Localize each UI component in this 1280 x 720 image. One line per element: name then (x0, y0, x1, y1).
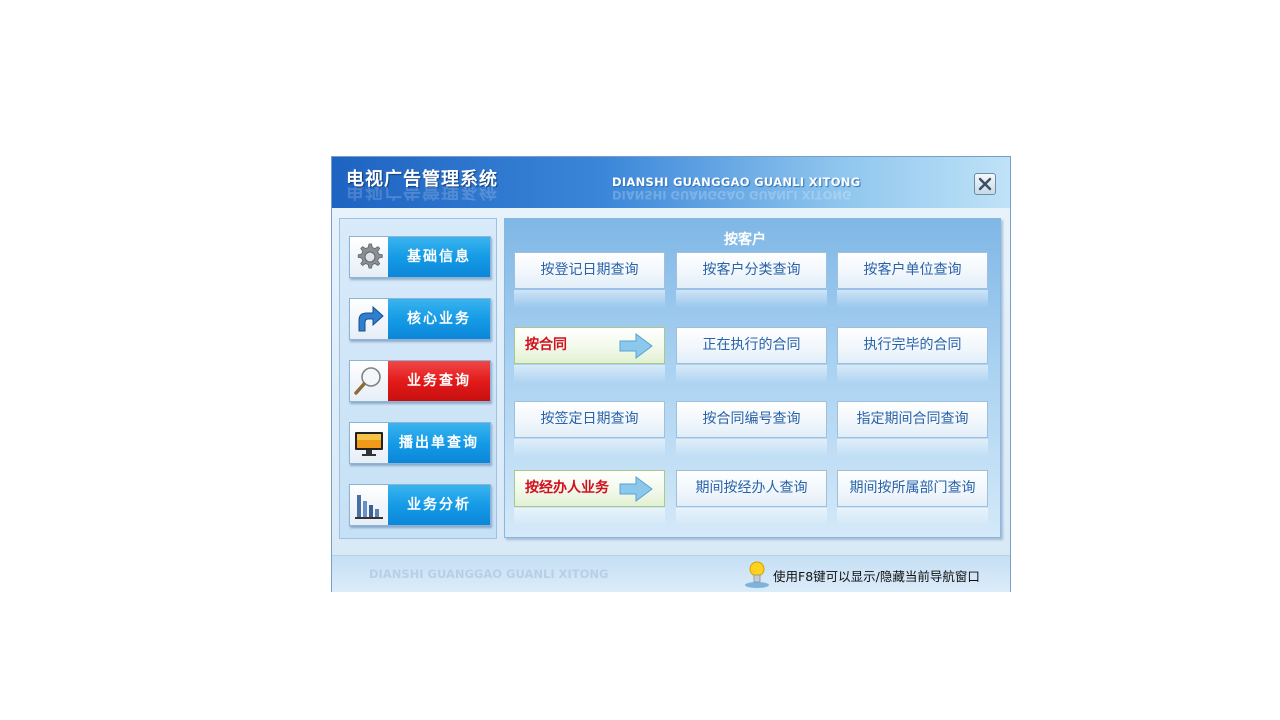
title-bar: 电视广告管理系统 电视广告管理系统 DIANSHI GUANGGAO GUANL… (332, 157, 1010, 208)
sidebar: 基础信息 核心业务 业务查询 播出单查询 业务分析 (339, 218, 497, 539)
sidebar-item-basic-info[interactable]: 基础信息 (349, 236, 491, 278)
main-window: 电视广告管理系统 电视广告管理系统 DIANSHI GUANGGAO GUANL… (331, 156, 1011, 592)
query-contracts-completed[interactable]: 执行完毕的合同 (837, 327, 988, 383)
sidebar-icon-box (350, 299, 388, 339)
sidebar-item-label: 核心业务 (388, 299, 490, 339)
query-by-register-date[interactable]: 按登记日期查询 (514, 252, 665, 308)
status-footer: DIANSHI GUANGGAO GUANLI XITONG 使用F8键可以显示… (332, 555, 1010, 592)
close-button[interactable] (974, 173, 996, 195)
query-period-by-department[interactable]: 期间按所属部门查询 (837, 470, 988, 526)
bar-chart-icon (355, 495, 383, 519)
category-contract-label: 按合同 (525, 337, 567, 353)
sidebar-icon-box (350, 361, 388, 401)
sidebar-item-label: 业务查询 (388, 361, 490, 401)
query-contracts-in-period[interactable]: 指定期间合同查询 (837, 401, 988, 457)
sidebar-icon-box (350, 237, 388, 277)
sidebar-item-label: 播出单查询 (388, 423, 490, 463)
sidebar-item-core-business[interactable]: 核心业务 (349, 298, 491, 340)
window-title-reflection: 电视广告管理系统 (346, 187, 498, 201)
title-pinyin: DIANSHI GUANGGAO GUANLI XITONG (612, 175, 861, 189)
lightbulb-icon (745, 561, 769, 588)
gear-icon (357, 243, 383, 269)
sidebar-item-business-analysis[interactable]: 业务分析 (349, 484, 491, 526)
title-pinyin-reflection: DIANSHI GUANGGAO GUANLI XITONG (612, 190, 852, 202)
sidebar-item-broadcast-query[interactable]: 播出单查询 (349, 422, 491, 464)
query-period-by-handler[interactable]: 期间按经办人查询 (676, 470, 827, 526)
query-panel: 按客户 按登记日期查询 按客户分类查询 按客户单位查询 按合同 正在执行的合同 … (504, 218, 1001, 538)
sidebar-icon-box (350, 423, 388, 463)
category-handler-business: 按经办人业务 (514, 470, 665, 526)
arrow-right-icon (619, 476, 653, 502)
sidebar-item-label: 基础信息 (388, 237, 490, 277)
query-by-customer-unit[interactable]: 按客户单位查询 (837, 252, 988, 308)
monitor-icon (355, 432, 383, 456)
panel-heading: 按客户 (724, 232, 766, 248)
arrow-turn-icon (358, 305, 384, 332)
query-by-sign-date[interactable]: 按签定日期查询 (514, 401, 665, 457)
sidebar-item-label: 业务分析 (388, 485, 490, 525)
magnifier-icon (354, 367, 381, 395)
query-contracts-in-progress[interactable]: 正在执行的合同 (676, 327, 827, 383)
close-icon (978, 177, 992, 191)
query-by-customer-category[interactable]: 按客户分类查询 (676, 252, 827, 308)
query-by-contract-number[interactable]: 按合同编号查询 (676, 401, 827, 457)
sidebar-icon-box (350, 485, 388, 525)
footer-pinyin: DIANSHI GUANGGAO GUANLI XITONG (369, 567, 609, 581)
footer-hint: 使用F8键可以显示/隐藏当前导航窗口 (773, 569, 980, 584)
arrow-right-icon (619, 333, 653, 359)
sidebar-item-business-query[interactable]: 业务查询 (349, 360, 491, 402)
category-handler-label: 按经办人业务 (525, 480, 609, 496)
category-contract: 按合同 (514, 327, 665, 383)
